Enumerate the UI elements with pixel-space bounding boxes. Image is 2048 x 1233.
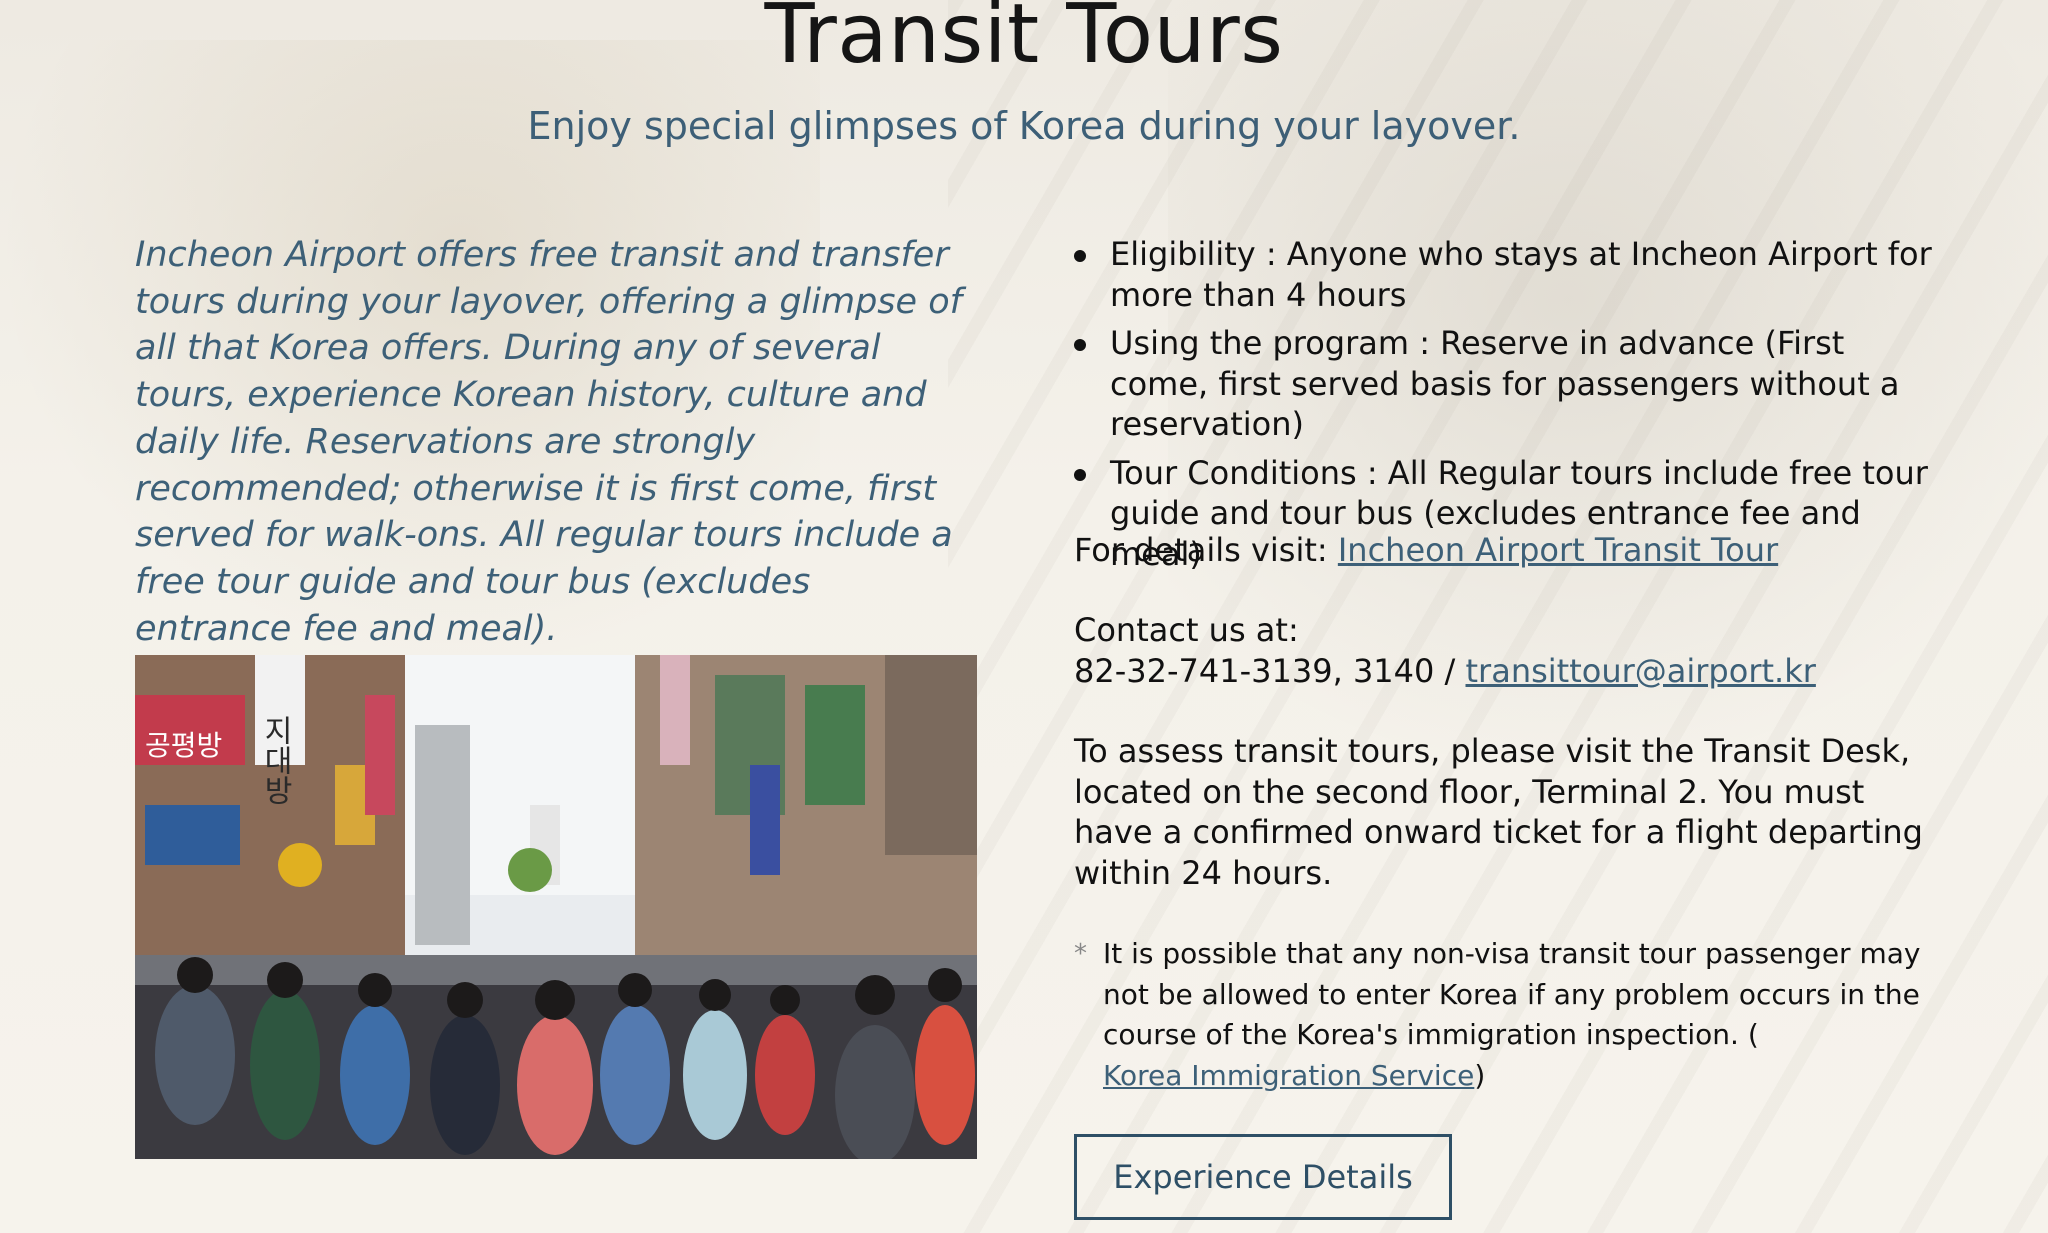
bullet-icon (1074, 339, 1086, 351)
intro-paragraph: Incheon Airport offers free transit and … (135, 235, 962, 649)
details-label: For details visit: (1074, 531, 1328, 569)
tour-info-list: Eligibility : Anyone who stays at Incheo… (1074, 234, 1944, 574)
list-item: Eligibility : Anyone who stays at Incheo… (1074, 234, 1944, 315)
note-text: It is possible that any non-visa transit… (1103, 937, 1921, 1051)
bullet-icon (1074, 468, 1086, 481)
page-title: Transit Tours (764, 0, 1284, 82)
photo-sign-vertical: 지대방 (258, 715, 293, 805)
contact-email-link[interactable]: transittour@airport.kr (1466, 652, 1816, 690)
bullet-icon (1074, 250, 1086, 262)
page-subtitle: Enjoy special glimpses of Korea during y… (527, 104, 1521, 148)
street-crowd-photo: 지대방 공평방 (135, 655, 977, 1159)
transit-tours-section: Transit Tours Enjoy special glimpses of … (0, 0, 2048, 1233)
experience-details-button[interactable]: Experience Details (1074, 1134, 1452, 1220)
asterisk-icon: * (1074, 939, 1087, 969)
tour-info-panel: Eligibility : Anyone who stays at Incheo… (1074, 234, 1944, 1220)
contact-phone: 82-32-741-3139, 3140 / (1074, 651, 1456, 690)
photo-sign-red: 공평방 (145, 729, 222, 762)
transit-desk-info: To assess transit tours, please visit th… (1074, 732, 1923, 892)
immigration-note: * It is possible that any non-visa trans… (1074, 934, 1944, 1096)
list-item: Using the program : Reserve in advance (… (1074, 323, 1944, 445)
immigration-service-link[interactable]: Korea Immigration Service (1103, 1059, 1474, 1092)
contact-label: Contact us at: (1074, 611, 1299, 649)
details-line: For details visit: Incheon Airport Trans… (1074, 530, 1944, 571)
contact-block: Contact us at: 82-32-741-3139, 3140 / tr… (1074, 610, 1944, 691)
transit-tour-link[interactable]: Incheon Airport Transit Tour (1338, 531, 1778, 569)
